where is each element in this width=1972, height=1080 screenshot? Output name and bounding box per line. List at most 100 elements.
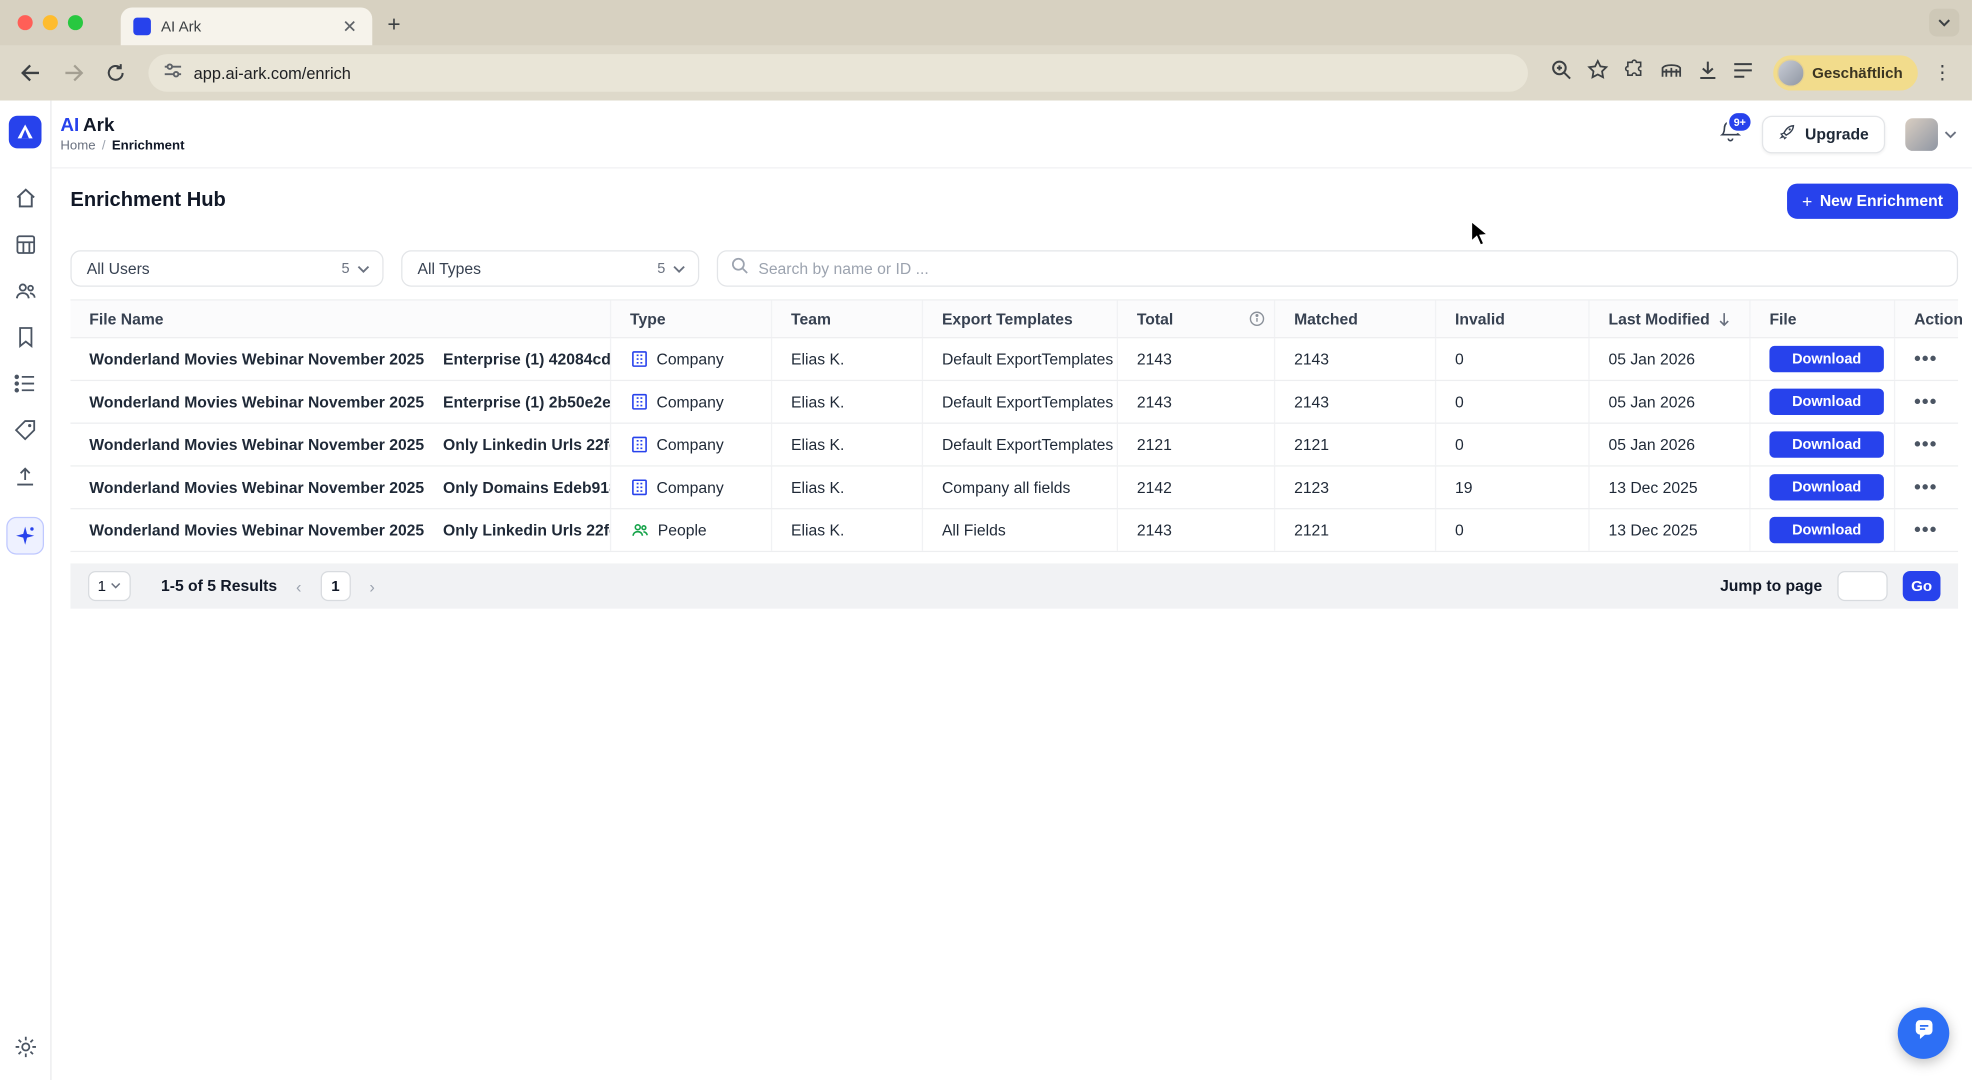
- column-header-total[interactable]: Total: [1118, 301, 1275, 337]
- sidebar-item-settings[interactable]: [6, 1027, 44, 1065]
- page-size-value: 1: [98, 577, 106, 595]
- next-page-icon[interactable]: ›: [361, 577, 384, 596]
- notifications-button[interactable]: 9+: [1720, 119, 1743, 149]
- team-cell: Elias K.: [772, 424, 923, 466]
- file-name-cell: Wonderland Movies Webinar November 2025O…: [70, 424, 611, 466]
- row-menu-icon[interactable]: •••: [1914, 355, 1938, 363]
- breadcrumb-home[interactable]: Home: [60, 138, 95, 153]
- matched-cell: 2143: [1275, 338, 1436, 380]
- matched-cell: 2143: [1275, 381, 1436, 423]
- download-button[interactable]: Download: [1769, 517, 1883, 543]
- back-button[interactable]: [13, 55, 48, 90]
- column-header-export-templates[interactable]: Export Templates: [923, 301, 1118, 337]
- column-header-file[interactable]: File: [1751, 301, 1896, 337]
- reload-button[interactable]: [98, 55, 133, 90]
- invalid-cell: 0: [1436, 509, 1589, 551]
- row-menu-icon[interactable]: •••: [1914, 526, 1938, 534]
- template-cell: Default ExportTemplates: [923, 424, 1118, 466]
- reading-list-icon[interactable]: [1733, 61, 1753, 85]
- table-row[interactable]: Wonderland Movies Webinar November 2025O…: [70, 509, 1958, 552]
- download-icon[interactable]: [1698, 60, 1718, 86]
- sidebar-item-enrichment[interactable]: [6, 517, 44, 555]
- app-logo[interactable]: [9, 116, 42, 149]
- sidebar-item-companies[interactable]: [6, 225, 44, 263]
- download-button[interactable]: Download: [1769, 346, 1883, 372]
- browser-toolbar: app.ai-ark.com/enrich: [0, 45, 1972, 100]
- column-header-last-modified[interactable]: Last Modified: [1590, 301, 1751, 337]
- chevron-down-icon: [1944, 123, 1957, 146]
- tab-favicon: [133, 18, 151, 36]
- extensions-puzzle-icon[interactable]: [1624, 59, 1645, 87]
- types-filter-dropdown[interactable]: All Types 5: [401, 250, 699, 286]
- close-window-button[interactable]: [18, 15, 33, 30]
- browser-menu-icon[interactable]: ⋮: [1925, 62, 1959, 85]
- sidebar-item-people[interactable]: [6, 272, 44, 310]
- users-filter-dropdown[interactable]: All Users 5: [70, 250, 383, 286]
- rocket-icon: [1779, 123, 1797, 144]
- tab-title: AI Ark: [161, 18, 330, 36]
- table-row[interactable]: Wonderland Movies Webinar November 2025E…: [70, 381, 1958, 424]
- file-cell: Download: [1751, 424, 1896, 466]
- download-button[interactable]: Download: [1769, 389, 1883, 415]
- type-cell: People: [611, 509, 772, 551]
- browser-profile-chip[interactable]: Geschäftlich: [1773, 55, 1918, 90]
- sidebar-item-bookmarks[interactable]: [6, 318, 44, 356]
- app-header: AIArk Home / Enrichment 9+: [52, 101, 1972, 169]
- company-icon: [630, 350, 649, 369]
- types-filter-label: All Types: [418, 260, 482, 278]
- breadcrumb-separator: /: [102, 138, 106, 153]
- team-cell: Elias K.: [772, 381, 923, 423]
- sidebar-item-home[interactable]: [6, 179, 44, 217]
- matched-cell: 2121: [1275, 424, 1436, 466]
- browser-tab[interactable]: AI Ark ✕: [121, 8, 373, 46]
- previous-page-icon[interactable]: ‹: [287, 577, 310, 596]
- jump-to-page-input[interactable]: [1837, 571, 1887, 601]
- tab-search-button[interactable]: [1929, 9, 1959, 37]
- page-size-dropdown[interactable]: 1: [88, 571, 131, 601]
- table-row[interactable]: Wonderland Movies Webinar November 2025E…: [70, 338, 1958, 381]
- bridge-icon[interactable]: [1660, 60, 1683, 85]
- search-input[interactable]: [758, 260, 1944, 278]
- address-bar[interactable]: app.ai-ark.com/enrich: [148, 54, 1528, 92]
- column-header-invalid[interactable]: Invalid: [1436, 301, 1589, 337]
- invalid-cell: 0: [1436, 381, 1589, 423]
- column-header-file-name[interactable]: File Name: [70, 301, 611, 337]
- upgrade-button[interactable]: Upgrade: [1762, 115, 1885, 153]
- column-header-type[interactable]: Type: [611, 301, 772, 337]
- row-menu-icon[interactable]: •••: [1914, 398, 1938, 406]
- chat-launcher-button[interactable]: [1898, 1007, 1950, 1059]
- download-button[interactable]: Download: [1769, 474, 1883, 500]
- tab-close-icon[interactable]: ✕: [340, 15, 360, 38]
- chevron-down-icon: [673, 260, 686, 278]
- site-settings-icon[interactable]: [163, 61, 182, 85]
- table-row[interactable]: Wonderland Movies Webinar November 2025O…: [70, 467, 1958, 510]
- sidebar-item-lists[interactable]: [6, 365, 44, 403]
- new-enrichment-button[interactable]: + New Enrichment: [1787, 184, 1958, 219]
- bookmark-star-icon[interactable]: [1587, 59, 1608, 87]
- account-menu[interactable]: [1905, 118, 1957, 151]
- url-text[interactable]: app.ai-ark.com/enrich: [194, 64, 351, 83]
- row-menu-icon[interactable]: •••: [1914, 441, 1938, 449]
- pagination-bar: 1 1-5 of 5 Results ‹ 1 › Jump to page Go: [70, 563, 1958, 608]
- window-controls: [18, 15, 83, 30]
- table-row[interactable]: Wonderland Movies Webinar November 2025O…: [70, 424, 1958, 467]
- info-icon[interactable]: [1249, 311, 1265, 327]
- sidebar-item-tags[interactable]: [6, 411, 44, 449]
- go-button[interactable]: Go: [1903, 571, 1941, 601]
- sidebar-item-uploads[interactable]: [6, 458, 44, 496]
- profile-name: Geschäftlich: [1812, 64, 1903, 82]
- action-cell: •••: [1895, 509, 1969, 551]
- sort-descending-icon[interactable]: [1717, 311, 1730, 326]
- maximize-window-button[interactable]: [68, 15, 83, 30]
- download-button[interactable]: Download: [1769, 431, 1883, 457]
- current-page-button[interactable]: 1: [320, 571, 350, 601]
- new-tab-button[interactable]: +: [387, 11, 400, 37]
- profile-avatar: [1777, 59, 1805, 87]
- column-header-matched[interactable]: Matched: [1275, 301, 1436, 337]
- toolbar-icons: [1543, 59, 1761, 87]
- forward-button[interactable]: [55, 55, 90, 90]
- column-header-team[interactable]: Team: [772, 301, 923, 337]
- zoom-icon[interactable]: [1551, 59, 1572, 87]
- row-menu-icon[interactable]: •••: [1914, 484, 1938, 492]
- minimize-window-button[interactable]: [43, 15, 58, 30]
